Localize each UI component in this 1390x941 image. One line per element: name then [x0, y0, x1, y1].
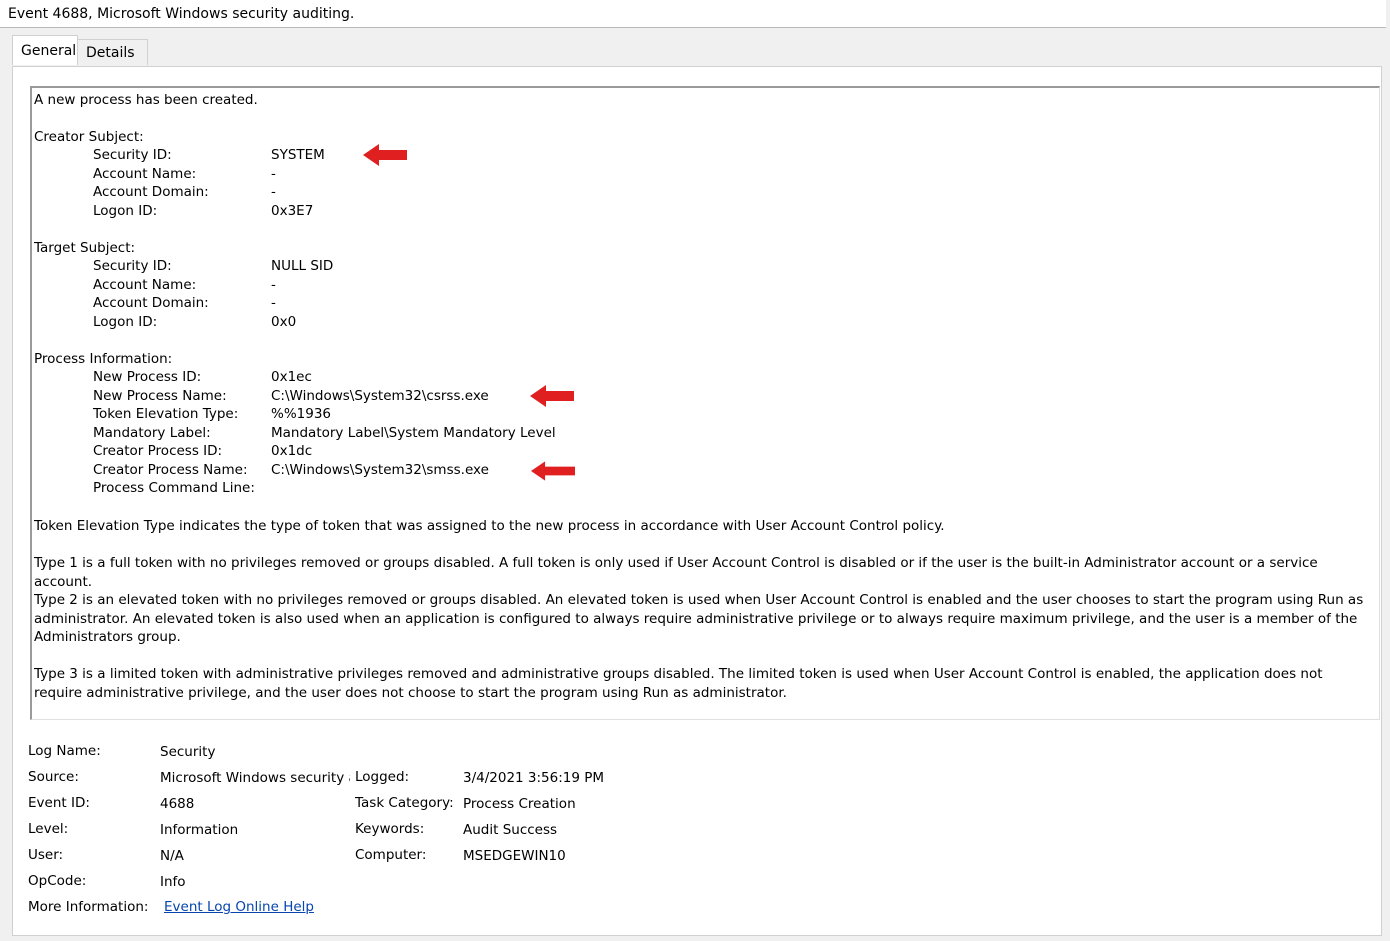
level-value: Information	[160, 822, 239, 838]
red-arrow-icon	[531, 461, 575, 481]
computer-value: MSEDGEWIN10	[463, 848, 566, 864]
field-label: Creator Process ID:	[93, 443, 223, 459]
field-value: 0x1ec	[271, 369, 312, 385]
keywords-label: Keywords:	[355, 821, 425, 837]
field-value: %%1936	[271, 406, 332, 422]
field-value: 0x0	[271, 314, 297, 330]
description-paragraph: Type 2 is an elevated token with no priv…	[34, 592, 1364, 645]
field-value: -	[271, 184, 276, 200]
field-value: -	[271, 166, 276, 182]
red-arrow-icon	[363, 144, 407, 166]
target-subject-heading: Target Subject:	[34, 240, 136, 256]
field-value: Mandatory Label\System Mandatory Level	[271, 425, 556, 441]
description-paragraph: Type 1 is a full token with no privilege…	[34, 555, 1318, 590]
field-label: Account Domain:	[93, 295, 209, 311]
keywords-value: Audit Success	[463, 822, 558, 838]
opcode-value: Info	[160, 874, 186, 890]
field-value: 0x3E7	[271, 203, 314, 219]
tab-details[interactable]: Details	[78, 39, 148, 65]
field-label: Creator Process Name:	[93, 462, 248, 478]
field-label: New Process ID:	[93, 369, 202, 385]
field-value: SYSTEM	[271, 147, 325, 163]
logged-label: Logged:	[355, 769, 410, 785]
field-label: Security ID:	[93, 147, 172, 163]
log-name-label: Log Name:	[28, 743, 101, 759]
logged-value: 3/4/2021 3:56:19 PM	[463, 770, 605, 786]
more-info-label: More Information:	[28, 899, 149, 915]
field-value: C:\Windows\System32\csrss.exe	[271, 388, 489, 404]
description-paragraph: Token Elevation Type indicates the type …	[34, 518, 945, 534]
red-arrow-icon	[530, 385, 574, 407]
field-label: Logon ID:	[93, 203, 158, 219]
opcode-label: OpCode:	[28, 873, 87, 889]
description-intro: A new process has been created.	[34, 92, 258, 108]
description-paragraph: Type 3 is a limited token with administr…	[34, 666, 1323, 701]
event-id-label: Event ID:	[28, 795, 90, 811]
field-label: Process Command Line:	[93, 480, 255, 496]
field-value: 0x1dc	[271, 443, 313, 459]
field-label: Account Name:	[93, 277, 197, 293]
task-category-label: Task Category:	[355, 795, 454, 811]
task-category-value: Process Creation	[463, 796, 576, 812]
computer-label: Computer:	[355, 847, 427, 863]
event-id-value: 4688	[160, 796, 195, 812]
level-label: Level:	[28, 821, 69, 837]
field-value: C:\Windows\System32\smss.exe	[271, 462, 489, 478]
field-value: -	[271, 277, 276, 293]
process-info-heading: Process Information:	[34, 351, 173, 367]
user-label: User:	[28, 847, 64, 863]
log-name-value: Security	[160, 744, 216, 760]
field-label: Account Name:	[93, 166, 197, 182]
field-label: Security ID:	[93, 258, 172, 274]
tab-general[interactable]: General	[12, 35, 78, 65]
window-title: Event 4688, Microsoft Windows security a…	[0, 0, 1386, 28]
field-label: New Process Name:	[93, 388, 227, 404]
field-value: -	[271, 295, 276, 311]
source-label: Source:	[28, 769, 79, 785]
field-label: Account Domain:	[93, 184, 209, 200]
field-label: Logon ID:	[93, 314, 158, 330]
field-label: Token Elevation Type:	[93, 406, 239, 422]
field-label: Mandatory Label:	[93, 425, 211, 441]
event-log-online-help-link[interactable]: Event Log Online Help	[164, 898, 314, 916]
field-value: NULL SID	[271, 258, 334, 274]
source-value: Microsoft Windows security a	[160, 770, 350, 786]
creator-subject-heading: Creator Subject:	[34, 129, 144, 145]
user-value: N/A	[160, 848, 184, 864]
